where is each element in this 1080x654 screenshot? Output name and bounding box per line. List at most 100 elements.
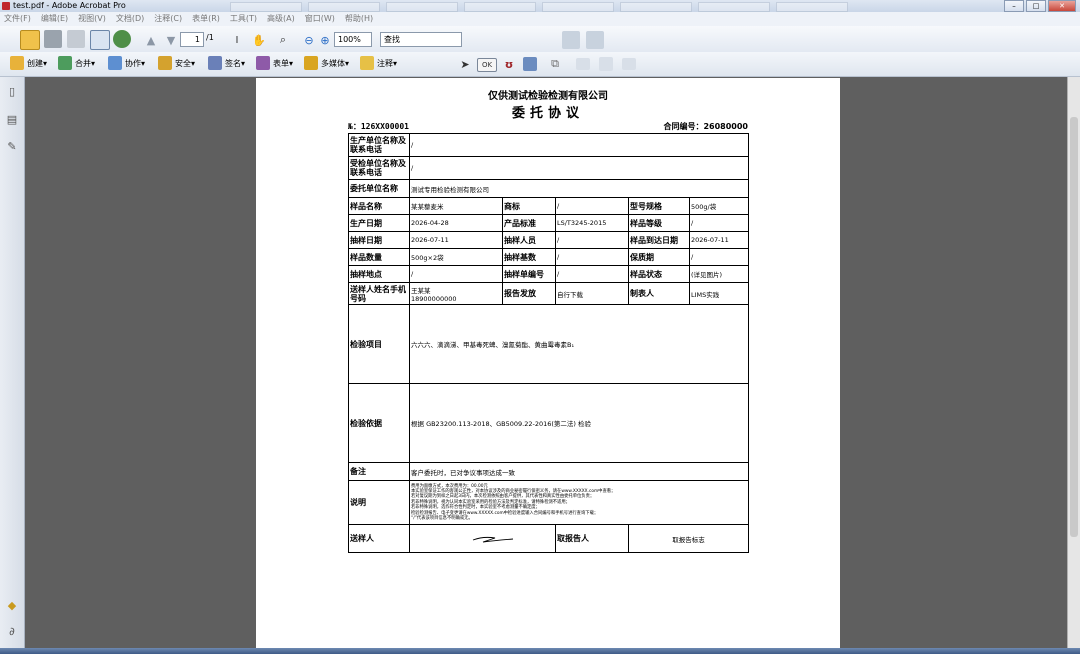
scrollbar-thumb[interactable]	[1070, 117, 1078, 537]
shelf-life-label: 保质期	[628, 248, 690, 266]
collaborate-button[interactable]: 协作 ▾	[108, 56, 145, 70]
web-icon[interactable]	[113, 30, 131, 48]
signatures-icon[interactable]: ✎	[5, 140, 19, 154]
place-value: /	[409, 265, 503, 283]
menu-document[interactable]: 文档(D)	[116, 12, 144, 26]
windows-taskbar	[0, 648, 1080, 654]
next-page-icon[interactable]: ▼	[162, 31, 180, 49]
menu-window[interactable]: 窗口(W)	[305, 12, 335, 26]
previous-page-icon[interactable]: ▲	[142, 31, 160, 49]
attachments-icon[interactable]: ∂	[5, 625, 19, 639]
table-row: 样品数量 500g×2袋 抽样基数 / 保质期 /	[348, 248, 750, 266]
sample-state-value: (详见图片)	[688, 265, 750, 283]
title-bar: test.pdf - Adobe Acrobat Pro – □ ✕	[0, 0, 1080, 12]
secure-button[interactable]: 安全 ▾	[158, 56, 195, 70]
report-delivery-label: 报告发放	[502, 282, 556, 305]
list-box-icon[interactable]	[599, 57, 613, 71]
menu-view[interactable]: 视图(V)	[78, 12, 106, 26]
multimedia-label: 多媒体	[321, 58, 345, 68]
serial-number: №：126XX00001	[348, 121, 409, 132]
create-icon	[10, 56, 24, 70]
combine-button[interactable]: 合并 ▾	[58, 56, 95, 70]
hand-tool-icon[interactable]: ✋	[250, 31, 268, 49]
full-screen-icon[interactable]	[586, 31, 604, 49]
table-row: 送样人 取报告人 取报告标志	[348, 524, 750, 553]
menu-comments[interactable]: 注释(C)	[154, 12, 182, 26]
crop-tool-icon[interactable]	[523, 57, 537, 71]
create-button[interactable]: 创建 ▾	[10, 56, 47, 70]
table-row: 受检单位名称及联系电话 /	[348, 156, 750, 180]
comment-label: 注释	[377, 58, 393, 68]
select-arrow-icon[interactable]: ➤	[456, 55, 474, 73]
maximize-button[interactable]: □	[1026, 0, 1046, 12]
grade-label: 样品等级	[628, 214, 690, 232]
menu-edit[interactable]: 编辑(E)	[41, 12, 68, 26]
select-text-icon[interactable]: I	[228, 31, 246, 49]
pdf-page: 仅供测试检验检测有限公司 委托协议 №：126XX00001 合同编号：2608…	[256, 78, 840, 654]
vertical-scrollbar[interactable]	[1067, 77, 1080, 654]
sender-phone: 18900000000	[411, 294, 457, 303]
test-basis-label: 检验依据	[348, 383, 410, 463]
menu-help[interactable]: 帮助(H)	[345, 12, 373, 26]
email-icon[interactable]	[90, 30, 110, 50]
forms-label: 表单	[273, 58, 289, 68]
ok-button-icon[interactable]: OK	[477, 58, 497, 72]
client-value: 测试专用检验检测有限公司	[408, 179, 750, 198]
fit-width-icon[interactable]	[562, 31, 580, 49]
contract-number-value: 26080000	[703, 122, 748, 131]
link-tool-icon[interactable]: ʊ	[500, 55, 518, 73]
pages-icon[interactable]: ▯	[5, 85, 19, 99]
forms-icon	[256, 56, 270, 70]
menu-advanced[interactable]: 高级(A)	[267, 12, 295, 26]
menu-forms[interactable]: 表单(R)	[192, 12, 220, 26]
sign-icon	[208, 56, 222, 70]
comments-panel-icon[interactable]: ◆	[5, 599, 19, 613]
minimize-button[interactable]: –	[1004, 0, 1024, 12]
menu-file[interactable]: 文件(F)	[4, 12, 31, 26]
brand-value: /	[555, 197, 629, 215]
search-input[interactable]: 查找	[380, 32, 462, 47]
sheet-number-value: /	[555, 265, 629, 283]
acrobat-app-icon	[2, 2, 10, 10]
zoom-tool-icon[interactable]: ⌕	[274, 31, 292, 49]
sample-name-value: 某某藜麦米	[409, 197, 503, 215]
open-folder-icon[interactable]	[20, 30, 40, 50]
sign-label: 签名	[225, 58, 241, 68]
note-line: “/”代表该项目信息不明确或无。	[411, 516, 473, 522]
spec-label: 型号规格	[628, 197, 690, 215]
multimedia-button[interactable]: 多媒体 ▾	[304, 56, 349, 70]
producer-label: 生产单位名称及联系电话	[348, 133, 410, 157]
forms-button[interactable]: 表单 ▾	[256, 56, 293, 70]
secure-label: 安全	[175, 58, 191, 68]
zoom-in-icon[interactable]: ⊕	[316, 31, 334, 49]
zoom-select[interactable]: 100%	[334, 32, 372, 47]
ghost-tab	[308, 2, 380, 12]
prod-date-value: 2026-04-28	[409, 214, 503, 232]
save-icon[interactable]	[67, 30, 85, 48]
main-toolbar: ▲ ▼ 1 /1 I ✋ ⌕ ⊖ ⊕ 100% 查找	[0, 26, 1080, 53]
table-row: 抽样地点 / 抽样单编号 / 样品状态 (详见图片)	[348, 265, 750, 283]
comment-button[interactable]: 注释 ▾	[360, 56, 397, 70]
bookmarks-icon[interactable]: ▤	[5, 113, 19, 127]
ghost-tab	[542, 2, 614, 12]
print-icon[interactable]	[44, 30, 62, 48]
contract-number-label: 合同编号：	[663, 122, 704, 131]
notes-value: 费用为面缴方式，本次费用为：00.00元 本实验室保证工作的客观公正性，对本协议…	[408, 480, 750, 525]
handwritten-signature	[472, 536, 514, 542]
ghost-tab	[230, 2, 302, 12]
table-row: 说明 费用为面缴方式，本次费用为：00.00元 本实验室保证工作的客观公正性，对…	[348, 480, 750, 525]
menu-tools[interactable]: 工具(T)	[230, 12, 257, 26]
sign-button[interactable]: 签名 ▾	[208, 56, 245, 70]
close-button[interactable]: ✕	[1048, 0, 1076, 12]
page-total: /1	[206, 33, 214, 42]
sampling-base-value: /	[555, 248, 629, 266]
lock-icon	[158, 56, 172, 70]
table-row: 检验项目 六六六、滴滴涕、甲基毒死蜱、溴氰菊酯、黄曲霉毒素B₁	[348, 304, 750, 384]
ghost-tab	[620, 2, 692, 12]
attach-file-icon[interactable]: ⧉	[546, 55, 564, 73]
page-number-input[interactable]: 1	[180, 32, 204, 47]
text-field-icon[interactable]	[576, 58, 590, 70]
edit-form-icon[interactable]	[622, 58, 636, 70]
prod-date-label: 生产日期	[348, 214, 410, 232]
spec-value: 500g/袋	[688, 197, 750, 215]
